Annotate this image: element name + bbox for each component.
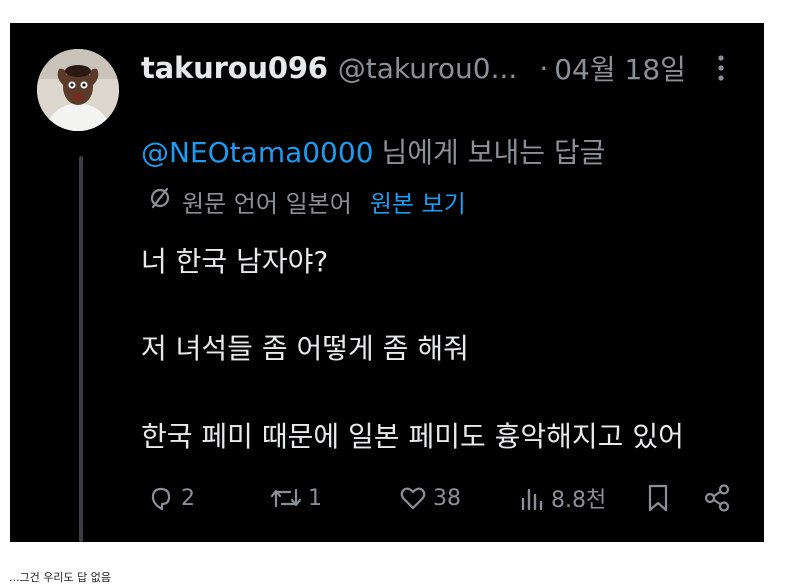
display-name[interactable]: takurou096 [141, 51, 328, 85]
show-original-link[interactable]: 원본 보기 [370, 184, 466, 219]
like-icon [399, 484, 427, 512]
avatar[interactable] [37, 49, 119, 131]
repost-button[interactable]: 1 [270, 478, 322, 518]
share-button[interactable] [702, 478, 732, 518]
translation-language: 원문 언어 일본어 [182, 189, 352, 218]
reply-icon [147, 484, 175, 512]
reply-button[interactable]: 2 [147, 478, 195, 518]
reply-count: 2 [181, 485, 195, 511]
more-icon[interactable] [714, 53, 728, 83]
translate-icon [148, 186, 172, 216]
tweet-text-line-2: 저 녀석들 좀 어떻게 좀 해줘 [141, 332, 469, 365]
separator-dot: · [539, 51, 549, 85]
tweet-text-line-1: 너 한국 남자야? [141, 245, 329, 278]
thread-line [79, 156, 83, 542]
tweet-text-line-3: 한국 페미 때문에 일본 페미도 흉악해지고 있어 [141, 420, 684, 453]
repost-icon [270, 484, 302, 512]
reply-to-line: @NEOtama0000 님에게 보내는 답글 [141, 131, 605, 171]
reply-to-mention[interactable]: @NEOtama0000 [141, 136, 374, 169]
translation-note: 원문 언어 일본어 원본 보기 [148, 183, 466, 219]
views-count: 8.8천 [551, 488, 607, 513]
post-date[interactable]: 04월 18일 [554, 48, 686, 88]
views-button[interactable]: 8.8천 [519, 478, 606, 518]
user-handle[interactable]: @takurou0... [338, 52, 518, 85]
views-icon [519, 484, 545, 512]
like-button[interactable]: 38 [399, 478, 461, 518]
tweet-header: takurou096 @takurou0... · 04월 18일 [141, 47, 741, 89]
tweet-card[interactable]: takurou096 @takurou0... · 04월 18일 @NEOta… [10, 23, 764, 542]
bookmark-icon [646, 483, 670, 513]
reply-to-suffix: 님에게 보내는 답글 [381, 136, 606, 169]
repost-count: 1 [308, 485, 322, 511]
share-icon [702, 483, 732, 513]
image-caption: ...그건 우리도 답 없음 [9, 571, 111, 584]
bookmark-button[interactable] [646, 478, 670, 518]
action-bar: 2 1 38 8.8천 [141, 478, 741, 518]
like-count: 38 [433, 485, 461, 511]
